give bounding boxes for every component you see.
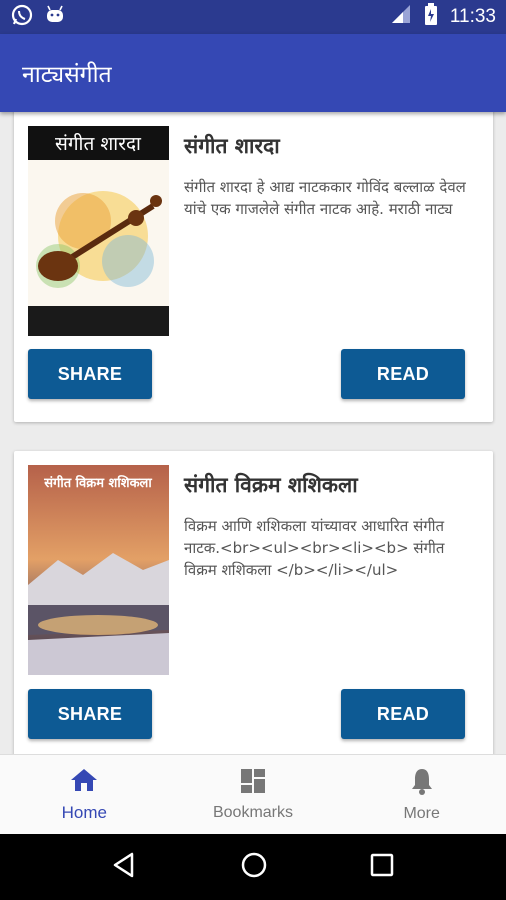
share-button[interactable]: SHARE — [28, 349, 152, 399]
share-button[interactable]: SHARE — [28, 689, 152, 739]
cover-caption: संगीत शारदा — [55, 132, 142, 155]
signal-icon — [390, 3, 412, 31]
cover-caption: संगीत विक्रम शशिकला — [43, 475, 152, 491]
card-description: विक्रम आणि शशिकला यांच्यावर आधारित संगीत… — [184, 517, 445, 579]
bottom-navigation: Home Bookmarks More — [0, 754, 506, 834]
battery-icon — [424, 3, 438, 31]
nav-label-bookmarks: Bookmarks — [212, 803, 294, 821]
drama-card: संगीत शारदा संगीत शारदा संगीत शारदा हे आ… — [14, 112, 493, 422]
status-time: 11:33 — [449, 6, 496, 27]
whatsapp-icon — [10, 3, 34, 31]
drama-card: संगीत विक्रम शशिकला संगीत विक्रम शशिकला … — [14, 451, 493, 754]
nav-label-home: Home — [61, 802, 108, 822]
system-navigation-bar — [0, 834, 506, 900]
cover-image: संगीत शारदा — [28, 126, 169, 336]
read-button[interactable]: READ — [341, 689, 465, 739]
home-icon — [70, 767, 98, 797]
recents-icon[interactable] — [368, 851, 396, 883]
nav-label-more: More — [403, 804, 440, 822]
app-title: नाट्यसंगीत — [22, 62, 112, 88]
card-title[interactable]: संगीत शारदा — [184, 132, 280, 160]
back-icon[interactable] — [110, 850, 140, 884]
app-bar: नाट्यसंगीत — [0, 34, 506, 112]
drama-list[interactable]: संगीत शारदा संगीत शारदा संगीत शारदा हे आ… — [0, 112, 506, 754]
card-description: संगीत शारदा हे आद्य नाटककार गोविंद बल्ला… — [184, 178, 466, 218]
nav-item-home[interactable]: Home — [0, 755, 169, 834]
bookmarks-icon — [240, 768, 266, 798]
card-title[interactable]: संगीत विक्रम शशिकला — [184, 471, 358, 499]
nav-item-more[interactable]: More — [337, 755, 506, 834]
home-circle-icon[interactable] — [239, 850, 269, 884]
android-icon — [44, 4, 66, 30]
read-button[interactable]: READ — [341, 349, 465, 399]
bell-icon — [410, 767, 434, 799]
cover-image: संगीत विक्रम शशिकला — [28, 465, 169, 675]
status-bar: 11:33 — [0, 0, 506, 34]
nav-item-bookmarks[interactable]: Bookmarks — [169, 755, 338, 834]
